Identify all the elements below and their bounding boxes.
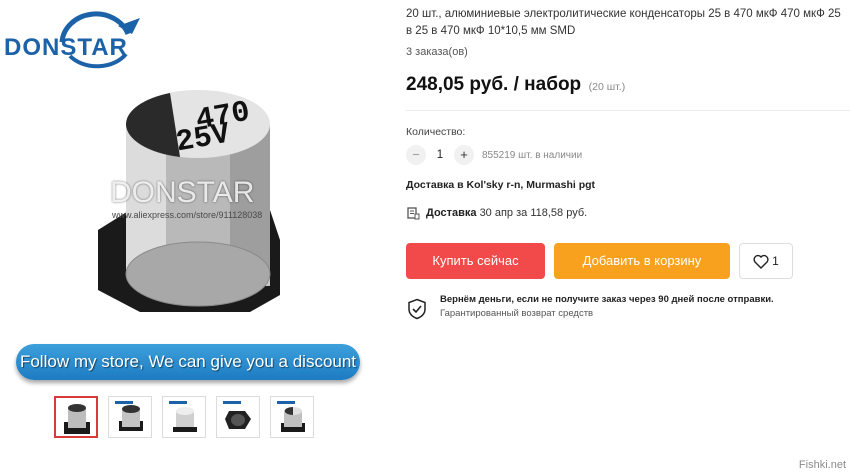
thumbnail-capacitor-icon — [169, 401, 197, 432]
product-gallery: DONSTAR 470 25V DONSTAR www.aliexpress.c… — [0, 0, 380, 474]
follow-store-banner-text: Follow my store, We can give you a disco… — [19, 352, 357, 371]
price: 248,05 руб. / набор — [406, 74, 582, 95]
delivery-details: 30 апр за 118,58 руб. — [479, 207, 588, 219]
thumbnail-3[interactable] — [162, 396, 206, 438]
photo-watermark-url: www.aliexpress.com/store/911128038 — [112, 210, 263, 220]
action-buttons: Купить сейчас Добавить в корзину 1 — [406, 243, 793, 279]
stock-available: 855219 шт. в наличии — [482, 149, 583, 161]
delivery-destination[interactable]: Доставка в Kol'sky r-n, Murmashi pgt — [406, 179, 595, 191]
heart-icon — [753, 254, 769, 269]
brand-logo: DONSTAR — [0, 4, 160, 84]
thumbnail-capacitor-icon — [115, 401, 143, 431]
thumbnail-4[interactable] — [216, 396, 260, 438]
site-watermark: Fishki.net — [798, 459, 846, 471]
orders-count: 3 заказа(ов) — [406, 46, 468, 58]
price-row: 248,05 руб. / набор (20 шт.) — [406, 74, 625, 96]
wishlist-button[interactable]: 1 — [739, 243, 793, 279]
follow-store-banner[interactable]: Follow my store, We can give you a disco… — [16, 344, 360, 380]
shield-check-icon — [408, 298, 426, 320]
buy-now-button[interactable]: Купить сейчас — [406, 243, 545, 279]
quantity-label: Количество: — [406, 126, 466, 138]
quantity-stepper: − 1 + 855219 шт. в наличии — [406, 145, 582, 165]
quantity-decrease-button[interactable]: − — [406, 145, 426, 165]
product-info: 20 шт., алюминиевые электролитические ко… — [406, 0, 850, 474]
thumbnail-capacitor-icon — [223, 401, 251, 429]
thumbnail-5[interactable] — [270, 396, 314, 438]
delivery-label: Доставка — [426, 207, 477, 219]
brand-logo-text: DONSTAR — [4, 34, 128, 61]
quantity-increase-button[interactable]: + — [454, 145, 474, 165]
thumbnail-1[interactable] — [54, 396, 98, 438]
add-to-cart-button[interactable]: Добавить в корзину — [554, 243, 730, 279]
money-back-guarantee: Вернём деньги, если не получите заказ че… — [406, 294, 774, 320]
quantity-value[interactable]: 1 — [426, 149, 454, 161]
thumbnail-capacitor-icon — [64, 404, 90, 434]
delivery-calendar-icon — [407, 207, 420, 220]
price-pack-size: (20 шт.) — [588, 81, 626, 93]
guarantee-title: Вернём деньги, если не получите заказ че… — [440, 294, 774, 305]
thumbnail-strip — [54, 396, 314, 438]
delivery-info: Доставка 30 апр за 118,58 руб. — [406, 206, 587, 220]
guarantee-subtitle: Гарантированный возврат средств — [440, 308, 594, 319]
photo-watermark: DONSTAR — [110, 176, 255, 209]
product-title: 20 шт., алюминиевые электролитические ко… — [406, 8, 841, 37]
thumbnail-2[interactable] — [108, 396, 152, 438]
thumbnail-capacitor-icon — [277, 401, 305, 432]
wishlist-count: 1 — [772, 254, 779, 268]
divider — [406, 110, 850, 111]
